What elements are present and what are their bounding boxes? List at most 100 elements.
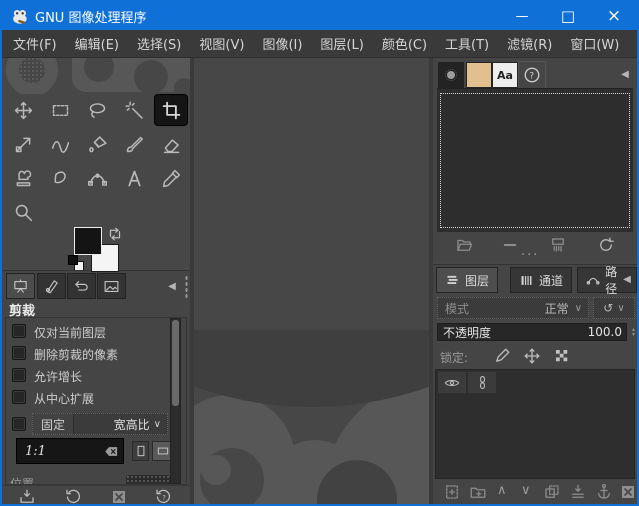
layer-link-toggle[interactable] (468, 372, 496, 393)
fixed-combo[interactable]: 固定 宽高比 ∨ (32, 413, 168, 435)
tab-fonts[interactable]: Aa (492, 62, 518, 88)
aspect-ratio-input[interactable]: 1:1 (16, 438, 124, 464)
maximize-button[interactable]: □ (545, 2, 591, 30)
checkbox-expand-from-center[interactable] (12, 390, 26, 404)
tool-clone[interactable] (7, 163, 39, 193)
layers-dock-menu-button[interactable]: ◀ (619, 271, 635, 287)
menu-filters[interactable]: 滤镜(R) (498, 30, 561, 57)
tool-warp[interactable] (44, 129, 76, 159)
checkbox-fixed[interactable] (12, 417, 26, 431)
tab-images[interactable] (97, 273, 126, 299)
menu-select[interactable]: 选择(S) (128, 30, 190, 57)
tab-undo-history[interactable] (67, 273, 96, 299)
reset-tool-options-button[interactable]: ? (154, 488, 172, 504)
checkbox-current-layer-only[interactable] (12, 324, 26, 338)
tab-channels[interactable]: 通道 (510, 267, 573, 293)
portrait-orientation-button[interactable] (132, 441, 149, 461)
tool-paths[interactable] (81, 163, 113, 193)
close-button[interactable]: × (591, 2, 637, 30)
tab-tool-options[interactable] (6, 273, 35, 299)
opacity-slider[interactable]: 不透明度 100.0 (437, 323, 627, 341)
fixed-button[interactable]: 固定 (33, 414, 75, 434)
new-layer-group-button[interactable] (469, 483, 487, 501)
restore-tool-preset-button[interactable] (64, 488, 82, 504)
clear-entries-button[interactable] (549, 236, 567, 254)
gimp-window: GNU 图像处理程序 — □ × 文件(F) 编辑(E) 选择(S) 视图(V)… (0, 0, 639, 506)
menu-colors[interactable]: 颜色(C) (373, 30, 436, 57)
tool-paintbrush[interactable] (118, 129, 150, 159)
checkbox-delete-cropped-pixels[interactable] (12, 346, 26, 360)
tab-patterns[interactable] (466, 62, 492, 88)
tool-zoom[interactable] (7, 197, 39, 227)
delete-layer-button[interactable] (619, 483, 637, 501)
tool-crop[interactable] (155, 95, 187, 125)
merge-down-button[interactable] (569, 483, 587, 501)
label-allow-growing: 允许增长 (34, 370, 83, 384)
foreground-color-swatch[interactable] (74, 227, 102, 255)
open-entry-button[interactable] (455, 236, 473, 254)
opacity-value: 100.0 (587, 325, 622, 339)
lock-position-icon[interactable] (523, 347, 541, 365)
scrollbar-thumb[interactable] (172, 320, 179, 406)
duplicate-layer-button[interactable] (543, 483, 561, 501)
dock-menu-button[interactable]: ◀ (164, 278, 180, 294)
raise-layer-button[interactable]: ∧ (497, 483, 507, 498)
anchor-layer-button[interactable] (595, 483, 613, 501)
tab-help[interactable]: ? (518, 61, 546, 89)
lock-alpha-icon[interactable] (553, 347, 571, 365)
clear-input-icon[interactable] (104, 444, 123, 459)
label-delete-cropped-pixels: 删除剪裁的像素 (34, 348, 119, 362)
tool-options-scrollbar[interactable] (170, 318, 181, 484)
menu-edit[interactable]: 编辑(E) (66, 30, 128, 57)
tab-layers[interactable]: 图层 (436, 267, 499, 293)
resources-dock-menu-button[interactable]: ◀ (617, 66, 633, 82)
remove-entry-button[interactable] (501, 236, 519, 254)
tool-text[interactable] (118, 163, 150, 193)
menu-view[interactable]: 视图(V) (190, 30, 253, 57)
refresh-button[interactable] (597, 236, 615, 254)
default-colors-icon[interactable] (68, 255, 84, 271)
resources-empty-area[interactable] (437, 88, 633, 232)
tab-device-status[interactable] (37, 273, 66, 299)
delete-tool-preset-button[interactable] (110, 488, 128, 504)
wilber-decoration-bottom (192, 330, 430, 504)
tab-brushes[interactable] (438, 62, 464, 88)
tool-free-select[interactable] (81, 95, 113, 125)
minimize-button[interactable]: — (499, 2, 545, 30)
checkbox-allow-growing[interactable] (12, 368, 26, 382)
tool-bucket-fill[interactable] (81, 129, 113, 159)
tool-move[interactable] (7, 95, 39, 125)
tool-eraser[interactable] (155, 129, 187, 159)
window-title: GNU 图像处理程序 (35, 10, 147, 26)
menu-image[interactable]: 图像(I) (253, 30, 311, 57)
tool-transform[interactable] (7, 129, 39, 159)
dock-resize-handle[interactable]: ··· (521, 248, 539, 263)
tool-rectangle-select[interactable] (44, 95, 76, 125)
menu-layer[interactable]: 图层(L) (311, 30, 372, 57)
dock-drag-handle[interactable] (185, 275, 188, 299)
menu-windows[interactable]: 窗口(W) (561, 30, 628, 57)
menu-tools[interactable]: 工具(T) (436, 30, 498, 57)
opacity-spinner[interactable]: ▴ ▾ (629, 323, 637, 341)
tool-fuzzy-select[interactable] (118, 95, 150, 125)
lock-pixels-icon[interactable] (493, 347, 511, 365)
menu-help[interactable]: 帮助(H) (628, 30, 637, 57)
clipped-position-label: 位置 (10, 477, 35, 484)
layer-mode-combo[interactable]: 模式 正常 ∨ (437, 297, 589, 319)
opacity-label: 不透明度 (443, 325, 492, 340)
label-expand-from-center: 从中心扩展 (34, 392, 95, 406)
tool-color-picker[interactable] (155, 163, 187, 193)
swap-colors-icon[interactable] (106, 225, 124, 243)
lower-layer-button[interactable]: ∨ (521, 483, 531, 498)
save-tool-preset-button[interactable] (18, 488, 36, 504)
tool-smudge[interactable] (44, 163, 76, 193)
mode-group-combo[interactable]: ↺ ∨ (593, 297, 635, 319)
layer-visibility-toggle[interactable] (438, 372, 466, 393)
mode-value: 正常 (544, 301, 569, 316)
new-layer-button[interactable] (443, 483, 461, 501)
layers-list[interactable] (435, 369, 635, 479)
menu-file[interactable]: 文件(F) (4, 30, 66, 57)
spin-down-icon[interactable]: ▾ (632, 332, 635, 338)
menubar: 文件(F) 编辑(E) 选择(S) 视图(V) 图像(I) 图层(L) 颜色(C… (2, 30, 637, 58)
left-dock-splitter[interactable] (190, 58, 194, 504)
